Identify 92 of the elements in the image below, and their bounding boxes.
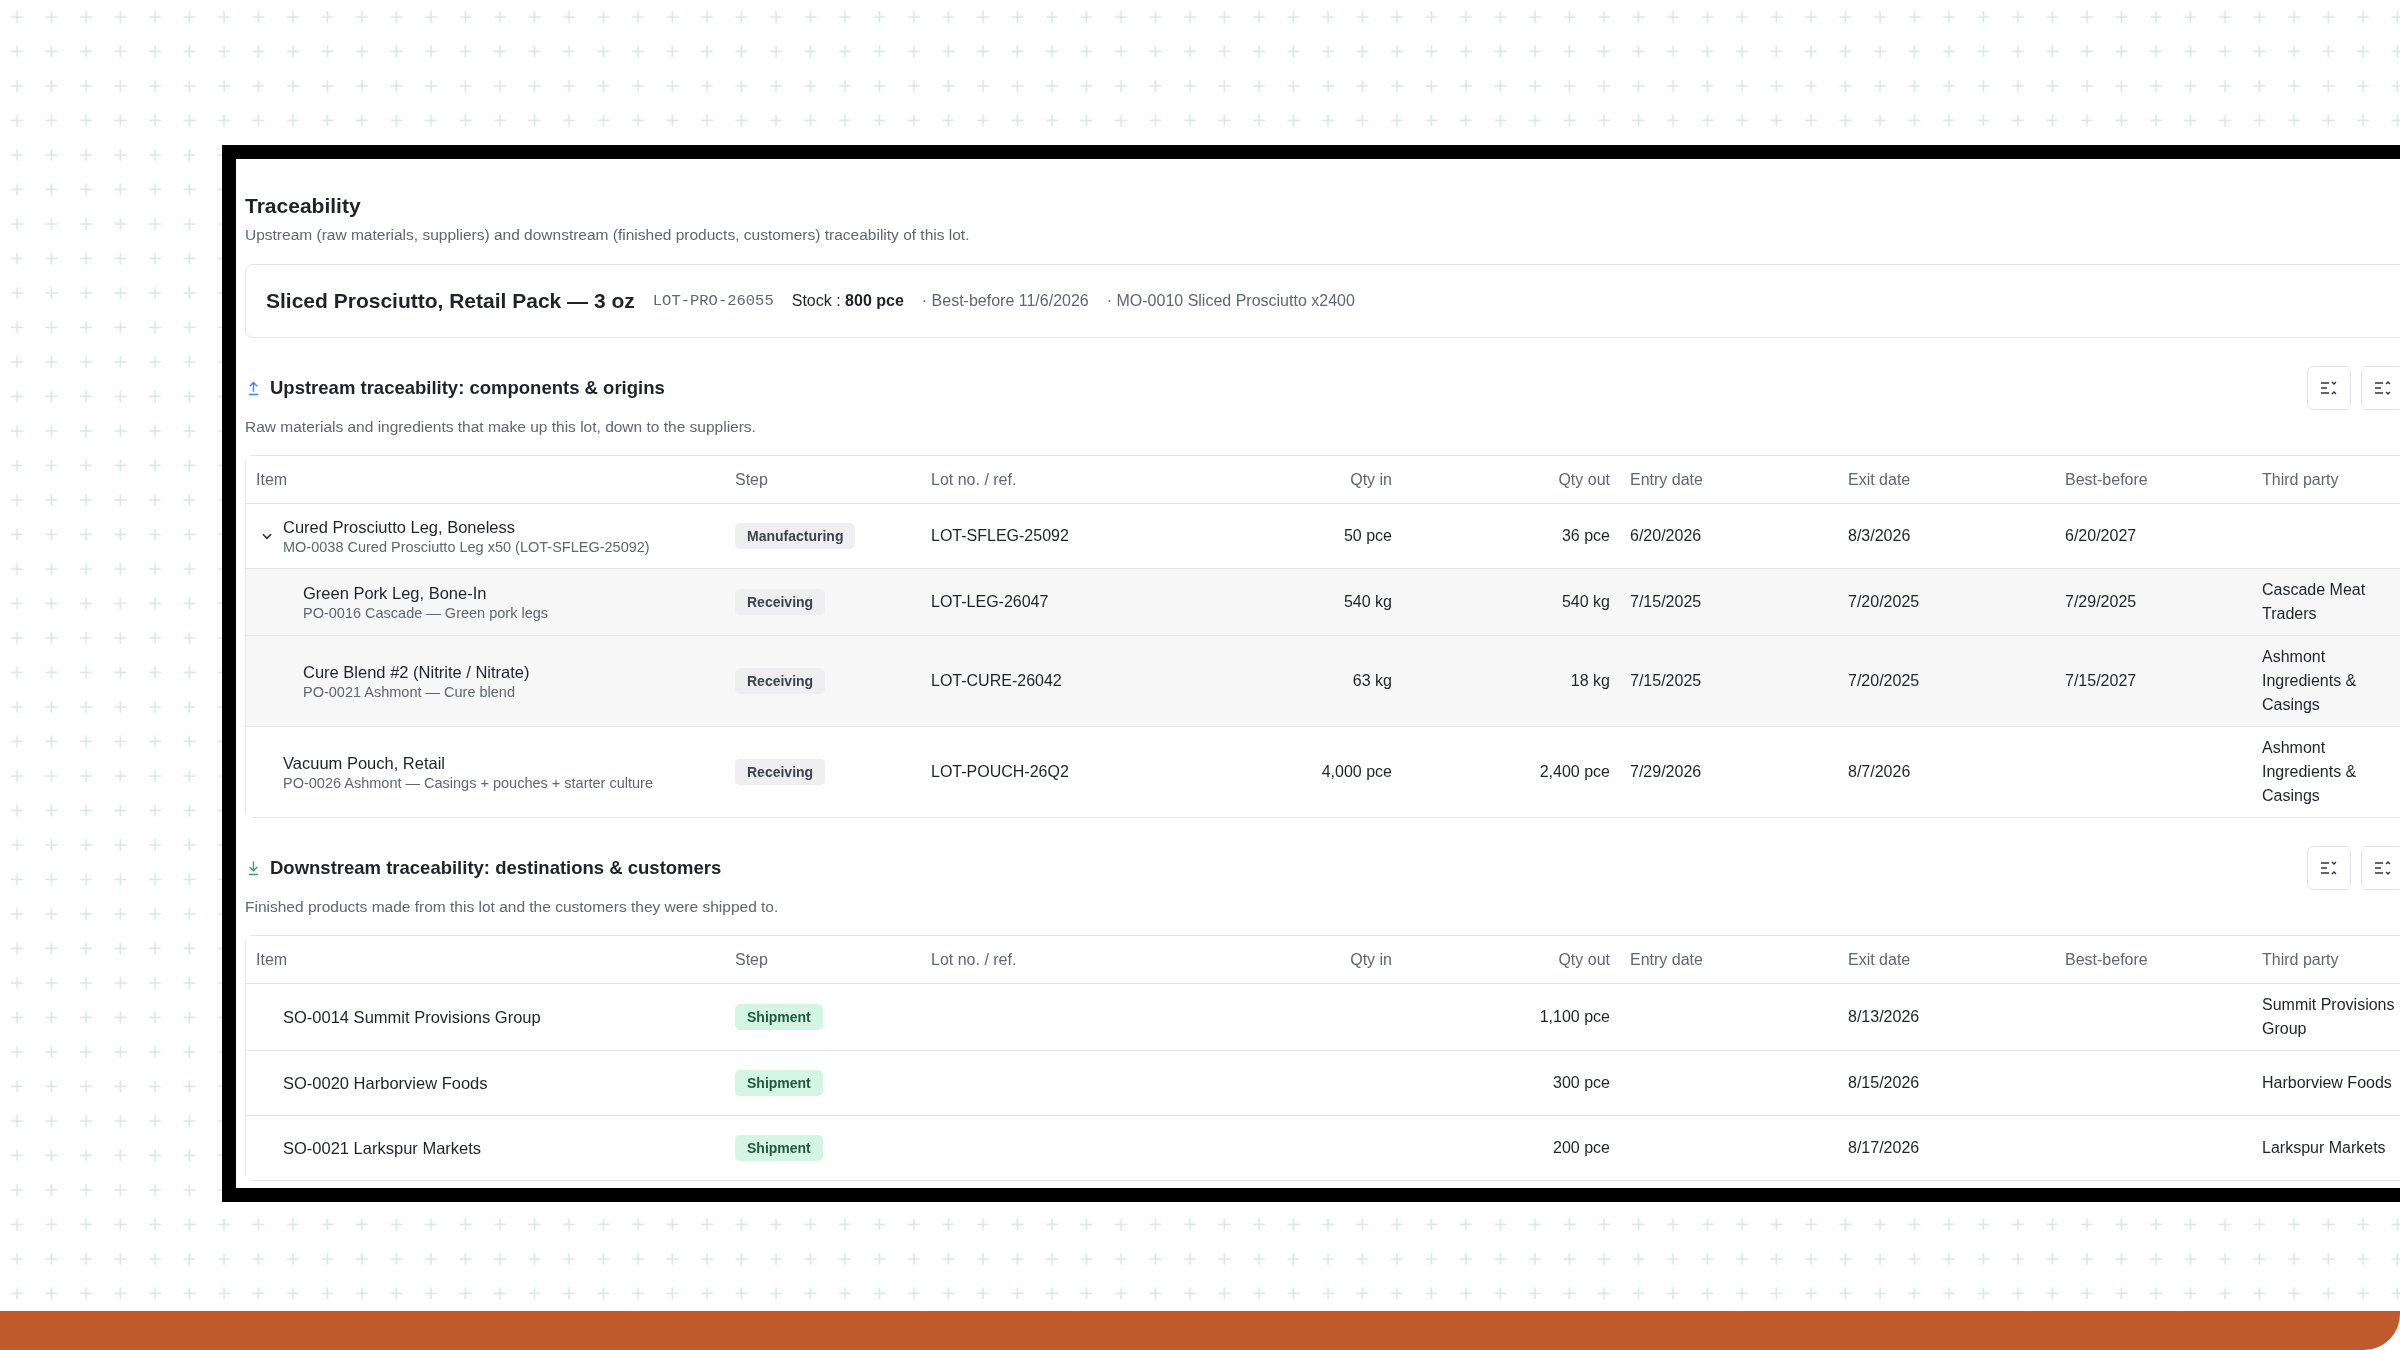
table-cell-text: 8/15/2026	[1848, 1073, 1920, 1093]
list-collapse-icon	[2319, 860, 2339, 876]
item-name: Cured Prosciutto Leg, Boneless	[283, 517, 517, 537]
table-cell-text: 6/20/2027	[2065, 526, 2137, 546]
item-reference: PO-0016 Cascade — Green pork legs	[303, 604, 548, 621]
table-cell-text: 50 pce	[1343, 526, 1392, 546]
table-cell-text: Harborview Foods	[2262, 1073, 2392, 1093]
table-cell-text: 36 pce	[1561, 526, 1610, 546]
table-cell-text: 8/3/2026	[1848, 526, 1911, 546]
column-header: Third party	[2262, 470, 2339, 489]
list-expand-icon	[2373, 860, 2393, 876]
step-badge: Shipment	[735, 1135, 823, 1161]
table-cell-text: 7/15/2027	[2065, 671, 2137, 691]
table-cell-text: 2,400 pce	[1539, 762, 1610, 782]
step-badge: Shipment	[735, 1004, 823, 1030]
table-cell-text: 1,100 pce	[1539, 1007, 1610, 1027]
column-header: Step	[735, 950, 768, 969]
table-cell-text: Ashmont Ingredients & Casings	[2262, 738, 2358, 806]
column-header: Qty out	[1558, 950, 1610, 969]
table-cell-text: Summit Provisions Group	[2262, 995, 2396, 1039]
item-name: SO-0021 Larkspur Markets	[283, 1138, 482, 1158]
column-header: Lot no. / ref.	[931, 950, 1017, 969]
expand-all-button[interactable]	[2361, 366, 2400, 410]
column-header: Third party	[2262, 950, 2339, 969]
column-header: Qty in	[1350, 470, 1392, 489]
column-header: Entry date	[1630, 470, 1703, 489]
column-header: Best-before	[2065, 470, 2148, 489]
section-heading: Upstream traceability: components & origins	[270, 377, 665, 399]
item-reference: MO-0038 Cured Prosciutto Leg x50 (LOT-SFLEG-25092)	[283, 538, 650, 555]
section-heading: Downstream traceability: destinations & customers	[270, 857, 722, 879]
item-reference: PO-0021 Ashmont — Cure blend	[303, 683, 516, 700]
stock-quantity: Stock : 800 pce	[791, 292, 904, 310]
table-cell-text: 18 kg	[1570, 671, 1610, 691]
origin-order: · MO-0010 Sliced Prosciutto x2400	[1106, 292, 1355, 310]
table-cell-text: 7/29/2025	[2065, 592, 2137, 612]
expand-all-button[interactable]	[2361, 846, 2400, 890]
step-badge: Manufacturing	[735, 523, 856, 549]
table-cell-text: 63 kg	[1352, 671, 1392, 691]
table-cell-text: LOT-POUCH-26Q2	[931, 762, 1069, 782]
product-name: Sliced Prosciutto, Retail Pack — 3 oz	[266, 289, 635, 313]
item-name: SO-0014 Summit Provisions Group	[283, 1007, 541, 1027]
table-cell-text: 7/29/2026	[1630, 762, 1702, 782]
table-cell-text: 7/20/2025	[1848, 592, 1920, 612]
table-cell-text: 300 pce	[1553, 1073, 1610, 1093]
arrow-down-icon	[247, 860, 260, 876]
table-cell-text: 200 pce	[1553, 1138, 1610, 1158]
step-badge: Receiving	[735, 759, 826, 785]
table-cell-text: Ashmont Ingredients & Casings	[2262, 647, 2358, 715]
step-badge: Receiving	[735, 589, 826, 615]
table-cell-text: LOT-CURE-26042	[931, 671, 1062, 691]
table-cell-text: LOT-LEG-26047	[931, 592, 1049, 612]
section-description: Finished products made from this lot and the customers they were shipped to.	[245, 898, 780, 916]
column-header: Exit date	[1848, 470, 1911, 489]
table-cell-text: 7/15/2025	[1630, 671, 1702, 691]
collapse-all-button[interactable]	[2307, 366, 2351, 410]
column-header: Best-before	[2065, 950, 2148, 969]
column-header: Qty out	[1558, 470, 1610, 489]
column-header: Item	[256, 950, 288, 969]
step-badge: Shipment	[735, 1070, 823, 1096]
column-header: Entry date	[1630, 950, 1703, 969]
table-cell-text: 8/17/2026	[1848, 1138, 1920, 1158]
column-header: Item	[256, 470, 288, 489]
lot-number: LOT-PRO-26055	[652, 292, 774, 310]
column-header: Qty in	[1350, 950, 1392, 969]
table-cell-text: 8/7/2026	[1848, 762, 1911, 782]
list-expand-icon	[2373, 380, 2393, 396]
table-cell-text: Cascade Meat Traders	[2262, 580, 2367, 624]
column-header: Exit date	[1848, 950, 1911, 969]
item-name: Green Pork Leg, Bone-In	[303, 583, 488, 603]
table-cell-text: Larkspur Markets	[2262, 1138, 2386, 1158]
table-cell-text: 540 kg	[1343, 592, 1392, 612]
step-badge: Receiving	[735, 668, 826, 694]
section-description: Upstream (raw materials, suppliers) and downstream (finished products, customers) traceability of this lot.	[245, 226, 971, 244]
table-cell-text: LOT-SFLEG-25092	[931, 526, 1069, 546]
table-cell-text: 540 kg	[1561, 592, 1610, 612]
table-cell-text: 6/20/2026	[1630, 526, 1702, 546]
item-name: Cure Blend #2 (Nitrite / Nitrate)	[303, 662, 530, 682]
table-cell-text: 4,000 pce	[1321, 762, 1392, 782]
column-header: Step	[735, 470, 768, 489]
column-header: Lot no. / ref.	[931, 470, 1017, 489]
table-cell-text: 8/13/2026	[1848, 1007, 1920, 1027]
arrow-up-icon	[247, 380, 260, 396]
item-name: Vacuum Pouch, Retail	[283, 753, 447, 773]
table-cell-text: 7/15/2025	[1630, 592, 1702, 612]
item-name: SO-0020 Harborview Foods	[283, 1073, 488, 1093]
section-title: Traceability	[245, 193, 362, 219]
best-before-date: · Best-before 11/6/2026	[921, 292, 1089, 310]
collapse-all-button[interactable]	[2307, 846, 2351, 890]
section-description: Raw materials and ingredients that make up this lot, down to the suppliers.	[245, 418, 757, 436]
item-reference: PO-0026 Ashmont — Casings + pouches + starter culture	[283, 774, 653, 791]
table-cell-text: 7/20/2025	[1848, 671, 1920, 691]
list-collapse-icon	[2319, 380, 2339, 396]
